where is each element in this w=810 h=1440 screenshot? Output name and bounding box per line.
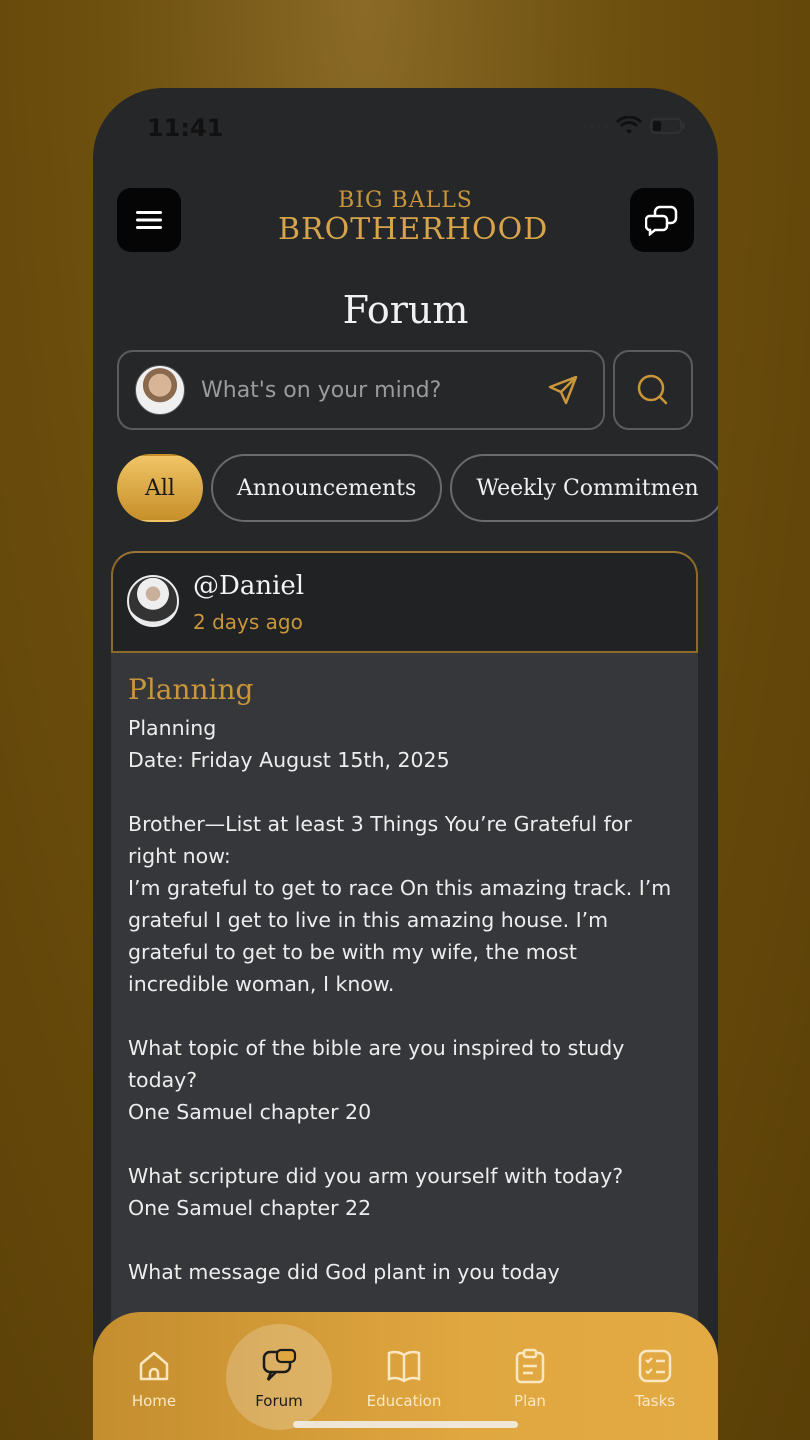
battery-icon — [650, 118, 685, 134]
post-timestamp: 2 days ago — [193, 610, 303, 634]
post-title: Planning — [128, 673, 254, 706]
post-author-avatar[interactable] — [127, 575, 179, 627]
messages-button[interactable] — [630, 188, 694, 252]
bottom-tab-bar: Home Forum Education Plan Tasks — [93, 1312, 718, 1440]
logo-line1: BIG BALLS — [338, 188, 473, 213]
current-user-avatar — [135, 365, 185, 415]
post-body[interactable]: Planning Planning Date: Friday August 15… — [111, 653, 698, 1353]
post-username[interactable]: @Daniel — [193, 571, 304, 601]
logo-line2: BROTHERHOOD — [278, 212, 549, 247]
page-title: Forum — [342, 288, 469, 332]
search-button[interactable] — [613, 350, 693, 430]
clipboard-icon — [512, 1348, 548, 1384]
filter-chip-all[interactable]: All — [117, 454, 203, 522]
tab-home-label: Home — [131, 1392, 177, 1410]
menu-button[interactable] — [117, 188, 181, 252]
status-icons — [583, 116, 686, 136]
tab-plan-label: Plan — [514, 1392, 546, 1410]
post-input[interactable] — [201, 377, 543, 403]
search-icon — [637, 374, 668, 405]
status-bar: 11:41 — [93, 88, 718, 168]
filter-chips: All Announcements Weekly Commitmen — [117, 454, 718, 522]
tab-home[interactable]: Home — [99, 1312, 209, 1440]
tab-tasks[interactable]: Tasks — [600, 1312, 710, 1440]
brand-logo: BIG BALLS BROTHERHOOD — [278, 188, 549, 247]
post-header[interactable]: @Daniel 2 days ago — [111, 551, 698, 653]
tab-education-label: Education — [366, 1392, 442, 1410]
filter-chip-announcements[interactable]: Announcements — [210, 454, 443, 522]
wifi-icon — [616, 116, 642, 134]
send-button[interactable] — [543, 370, 583, 410]
home-icon — [136, 1348, 172, 1384]
post-text: Planning Date: Friday August 15th, 2025 … — [128, 716, 672, 1284]
checklist-icon — [637, 1348, 673, 1384]
forum-icon — [261, 1348, 297, 1384]
cellular-signal-icon — [583, 124, 608, 128]
status-time: 11:41 — [147, 114, 224, 142]
phone-screen: 11:41 BIG BALLS BROTHERHOOD Forum What's… — [93, 88, 718, 1440]
tab-forum-label: Forum — [255, 1392, 303, 1410]
home-indicator — [293, 1421, 518, 1428]
hamburger-menu-icon — [136, 211, 162, 229]
post-composer[interactable] — [117, 350, 605, 430]
tab-tasks-label: Tasks — [634, 1392, 676, 1410]
chat-bubbles-icon — [645, 205, 678, 236]
book-icon — [386, 1348, 422, 1384]
send-icon — [548, 375, 578, 405]
filter-chip-weekly-commitments[interactable]: Weekly Commitmen — [450, 454, 718, 522]
